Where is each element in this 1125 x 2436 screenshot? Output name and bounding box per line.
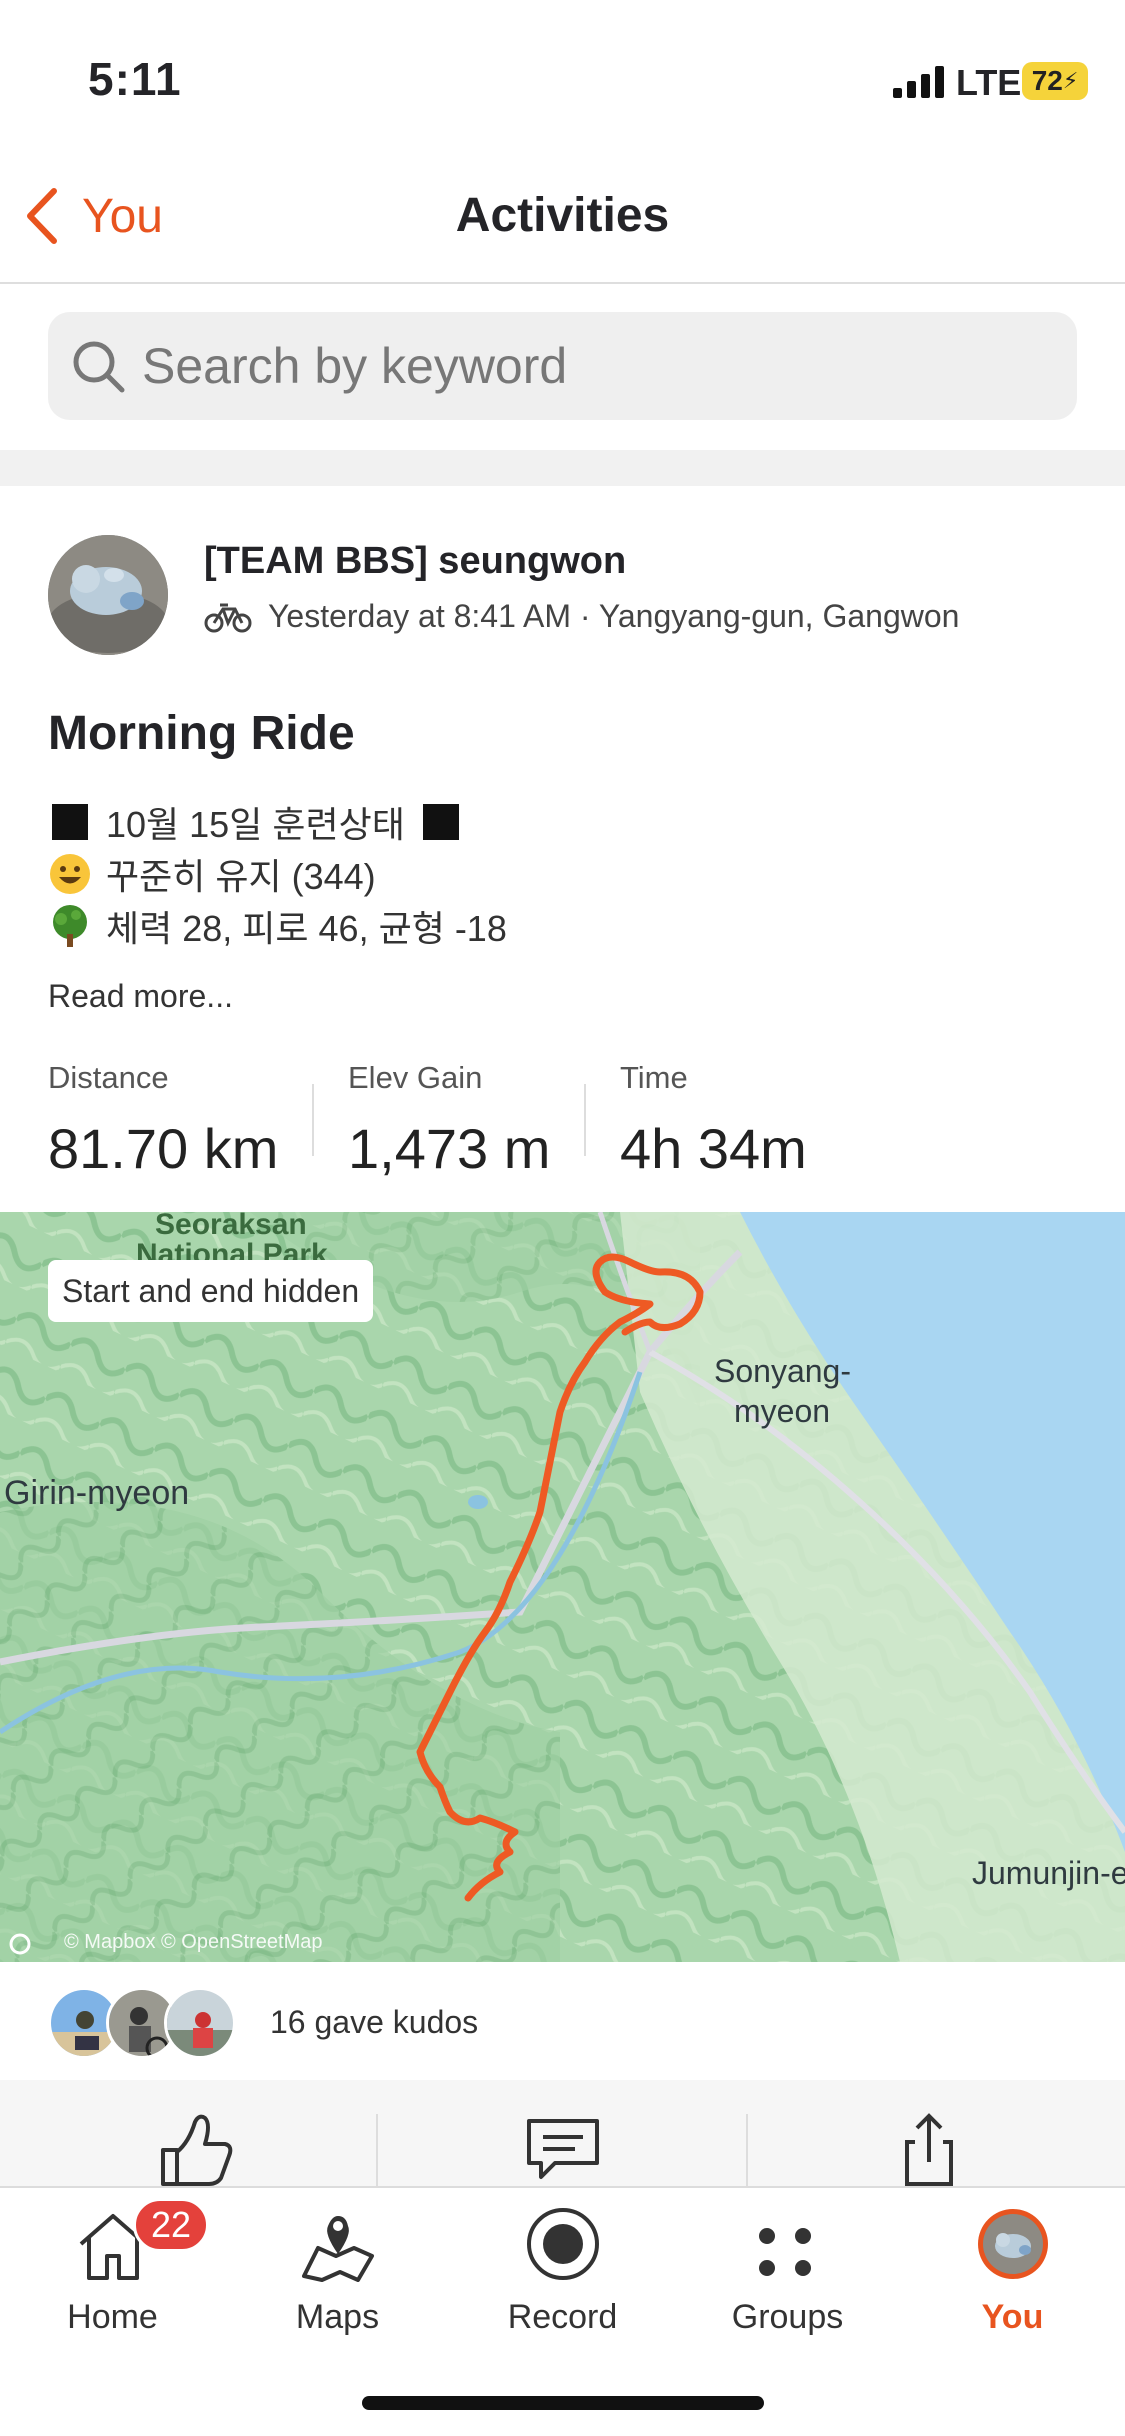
description-line: 10월 15일 훈련상태	[48, 796, 477, 848]
kudos-avatar	[164, 1987, 236, 2059]
battery-icon: 72 ⚡	[1022, 62, 1088, 100]
tab-label: Maps	[295, 2298, 380, 2336]
tab-groups[interactable]: Groups	[675, 2200, 900, 2360]
route-map[interactable]: Seoraksan National Park Sonyang- myeon G…	[0, 1212, 1125, 1962]
activity-title[interactable]: Morning Ride	[48, 706, 355, 761]
smiley-icon	[48, 852, 92, 896]
record-icon	[525, 2200, 601, 2282]
charging-bolt-icon: ⚡	[1062, 68, 1079, 93]
description-line: 체력 28, 피로 46, 균형 -18	[48, 900, 507, 952]
search-input[interactable]	[142, 337, 1042, 395]
stat-elev-gain: Elev Gain 1,473 m	[348, 1060, 550, 1181]
share-button[interactable]	[884, 2110, 974, 2190]
read-more-link[interactable]: Read more...	[48, 978, 233, 1015]
avatar-image	[48, 535, 168, 655]
thumbs-up-icon	[161, 2114, 233, 2186]
athlete-name[interactable]: [TEAM BBS] seungwon	[204, 540, 626, 583]
stat-label: Distance	[48, 1060, 169, 1095]
description-text: 10월 15일 훈련상태	[106, 804, 405, 845]
notification-badge: 22	[133, 2198, 209, 2252]
search-bar[interactable]	[48, 312, 1077, 420]
stat-divider	[584, 1084, 586, 1156]
stat-value: 81.70 km	[48, 1117, 279, 1180]
kudos-count[interactable]: 16 gave kudos	[270, 2004, 478, 2041]
tab-record[interactable]: Record	[450, 2200, 675, 2360]
black-square-icon	[419, 800, 463, 844]
network-label: LTE	[956, 62, 1022, 103]
action-divider	[746, 2114, 748, 2186]
activity-meta: Yesterday at 8:41 AM · Yangyang-gun, Gan…	[204, 598, 959, 635]
tab-label: Groups	[731, 2298, 844, 2336]
privacy-pill: Start and end hidden	[48, 1260, 374, 1322]
page-title: Activities	[455, 189, 670, 242]
map-label: Jumunjin-e	[972, 1855, 1125, 1891]
home-indicator[interactable]	[362, 2396, 764, 2410]
tree-icon	[48, 904, 92, 948]
kudos-avatars[interactable]	[48, 1985, 236, 2061]
comment-icon	[527, 2119, 599, 2179]
map-label: myeon	[734, 1393, 830, 1429]
black-square-icon	[48, 800, 92, 844]
stat-value: 4h 34m	[620, 1117, 807, 1180]
map-attribution: © Mapbox © OpenStreetMap	[64, 1931, 323, 1953]
share-icon	[905, 2113, 953, 2186]
battery-level: 72	[1031, 65, 1063, 96]
tab-maps[interactable]: Maps	[225, 2200, 450, 2360]
signal-icon	[893, 66, 944, 98]
comment-button[interactable]	[518, 2110, 608, 2190]
status-time: 5:11	[88, 53, 182, 105]
kudos-button[interactable]	[150, 2110, 240, 2190]
stat-label: Elev Gain	[348, 1060, 483, 1095]
tab-label: Home	[67, 2298, 158, 2336]
groups-icon	[753, 2200, 823, 2282]
search-icon	[73, 341, 125, 393]
tab-you[interactable]: You	[900, 2200, 1125, 2360]
section-separator	[0, 450, 1125, 486]
stat-divider	[312, 1084, 314, 1156]
activity-meta-text: Yesterday at 8:41 AM · Yangyang-gun, Gan…	[268, 598, 960, 634]
description-text: 꾸준히 유지 (344)	[106, 856, 376, 897]
bicycle-icon	[204, 603, 252, 632]
stat-label: Time	[620, 1060, 688, 1095]
map-image: Seoraksan National Park Sonyang- myeon G…	[0, 1212, 1125, 1962]
map-label: Sonyang-	[714, 1353, 851, 1389]
stat-value: 1,473 m	[348, 1117, 551, 1180]
description-text: 체력 28, 피로 46, 균형 -18	[106, 908, 507, 949]
profile-avatar	[975, 2200, 1051, 2282]
map-label: Seoraksan	[155, 1212, 307, 1241]
action-divider	[376, 2114, 378, 2186]
stat-time: Time 4h 34m	[620, 1060, 807, 1181]
stat-distance: Distance 81.70 km	[48, 1060, 278, 1181]
maps-icon	[300, 2200, 376, 2282]
map-label: Girin-myeon	[4, 1474, 189, 1512]
tab-label: You	[981, 2298, 1044, 2336]
athlete-avatar[interactable]	[48, 535, 168, 655]
description-line: 꾸준히 유지 (344)	[48, 848, 376, 900]
tab-label: Record	[507, 2298, 618, 2336]
